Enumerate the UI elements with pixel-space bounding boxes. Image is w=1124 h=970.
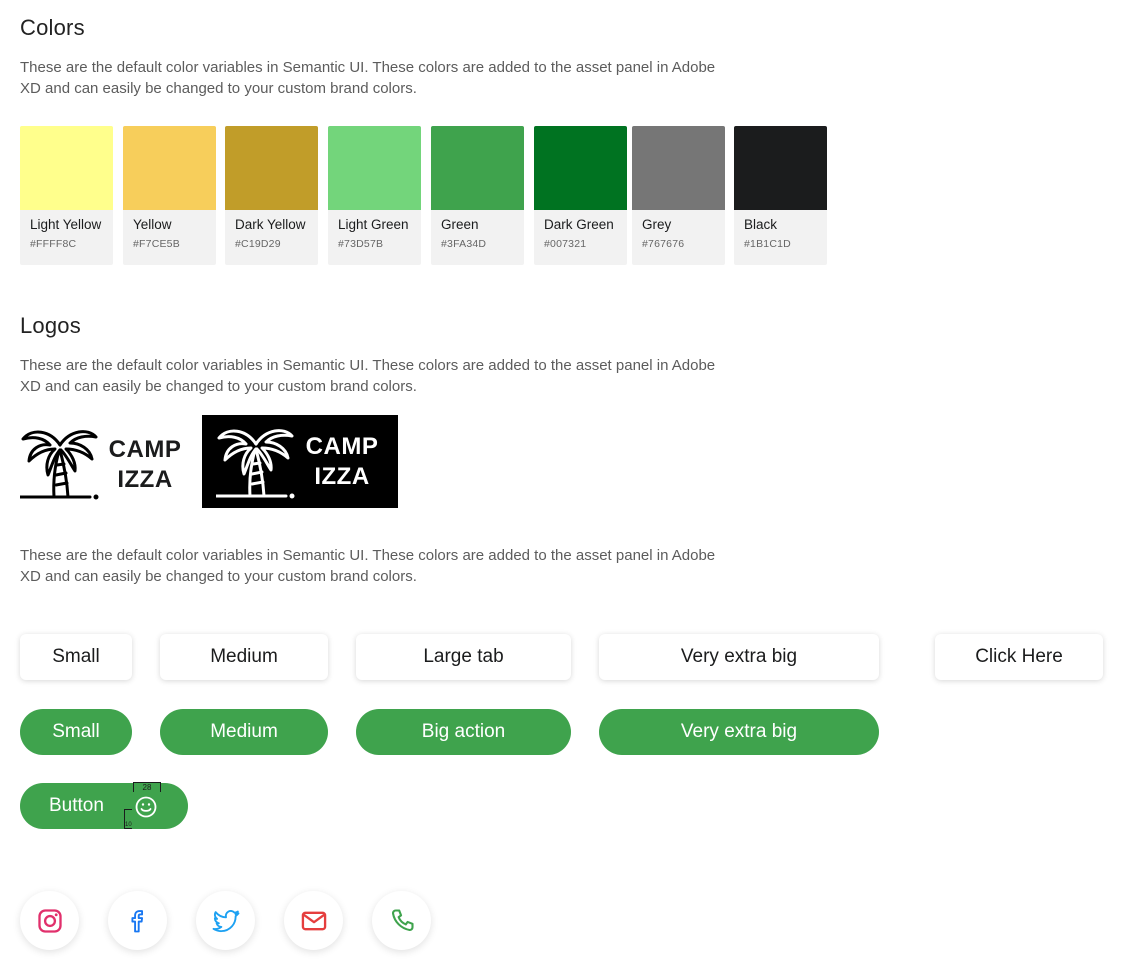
swatch-hex: #767676 xyxy=(642,238,685,250)
swatch-hex: #007321 xyxy=(544,238,587,250)
swatch-color xyxy=(534,126,627,210)
logo-text: CAMP IZZA xyxy=(105,435,185,495)
action-small-button[interactable]: Small xyxy=(20,709,132,755)
swatch-hex: #FFFF8C xyxy=(30,238,77,250)
swatch-color xyxy=(20,126,113,210)
logo-line-2: IZZA xyxy=(314,463,370,490)
swatch-name: Green xyxy=(441,217,479,232)
tab-very-extra-big[interactable]: Very extra big xyxy=(599,634,879,680)
swatch-color xyxy=(632,126,725,210)
instagram-icon xyxy=(37,908,62,933)
swatch-color xyxy=(225,126,318,210)
action-medium-button[interactable]: Medium xyxy=(160,709,328,755)
swatch-name: Light Green xyxy=(338,217,409,232)
logo-line-1: CAMP xyxy=(108,436,182,463)
swatch-light-yellow[interactable]: Light Yellow #FFFF8C xyxy=(20,126,113,265)
swatch-name: Dark Green xyxy=(544,217,614,232)
swatch-name: Light Yellow xyxy=(30,217,102,232)
swatch-yellow[interactable]: Yellow #F7CE5B xyxy=(123,126,216,265)
twitter-button[interactable] xyxy=(196,891,255,950)
facebook-icon xyxy=(130,909,143,932)
mail-icon xyxy=(301,911,326,930)
logo-dark: CAMP IZZA xyxy=(202,415,398,508)
swatch-black[interactable]: Black #1B1C1D xyxy=(734,126,827,265)
swatch-hex: #C19D29 xyxy=(235,238,281,250)
phone-button[interactable] xyxy=(372,891,431,950)
swatch-hex: #F7CE5B xyxy=(133,238,180,250)
swatch-dark-green[interactable]: Dark Green #007321 xyxy=(534,126,627,265)
mail-button[interactable] xyxy=(284,891,343,950)
twitter-icon xyxy=(212,909,239,932)
icon-button-label: Button xyxy=(49,795,104,816)
swatch-hex: #1B1C1D xyxy=(744,238,791,250)
logo-line-2: IZZA xyxy=(117,466,173,493)
swatch-name: Black xyxy=(744,217,778,232)
palm-tree-icon xyxy=(216,429,295,499)
swatch-name: Dark Yellow xyxy=(235,217,306,232)
swatch-light-green[interactable]: Light Green #73D57B xyxy=(328,126,421,265)
swatch-hex: #3FA34D xyxy=(441,238,487,250)
logo-line-1: CAMP xyxy=(305,433,379,460)
swatch-name: Grey xyxy=(642,217,672,232)
height-measure-annotation: 10 xyxy=(124,809,132,829)
colors-heading: Colors xyxy=(20,15,85,40)
logos-description: These are the default color variables in… xyxy=(20,357,716,395)
tab-large[interactable]: Large tab xyxy=(356,634,571,680)
logo-light: CAMP IZZA xyxy=(20,415,190,508)
swatch-green[interactable]: Green #3FA34D xyxy=(431,126,524,265)
swatch-color xyxy=(431,126,524,210)
smiley-icon xyxy=(135,796,157,818)
swatch-hex: #73D57B xyxy=(338,238,384,250)
logo-text: CAMP IZZA xyxy=(302,432,382,492)
colors-description: These are the default color variables in… xyxy=(20,59,716,97)
palm-tree-icon xyxy=(20,430,99,500)
width-measure-annotation: 28 xyxy=(133,782,161,792)
swatch-color xyxy=(328,126,421,210)
swatch-name: Yellow xyxy=(133,217,172,232)
action-very-extra-big-button[interactable]: Very extra big xyxy=(599,709,879,755)
tab-click-here[interactable]: Click Here xyxy=(935,634,1103,680)
icon-button[interactable]: Button 28 10 xyxy=(20,782,188,829)
swatch-dark-yellow[interactable]: Dark Yellow #C19D29 xyxy=(225,126,318,265)
swatch-color xyxy=(123,126,216,210)
tab-medium[interactable]: Medium xyxy=(160,634,328,680)
swatch-grey[interactable]: Grey #767676 xyxy=(632,126,725,265)
action-big-button[interactable]: Big action xyxy=(356,709,571,755)
phone-icon xyxy=(391,908,414,931)
swatch-color xyxy=(734,126,827,210)
facebook-button[interactable] xyxy=(108,891,167,950)
logos-heading: Logos xyxy=(20,313,81,338)
tab-small[interactable]: Small xyxy=(20,634,132,680)
instagram-button[interactable] xyxy=(20,891,79,950)
buttons-description: These are the default color variables in… xyxy=(20,547,716,585)
